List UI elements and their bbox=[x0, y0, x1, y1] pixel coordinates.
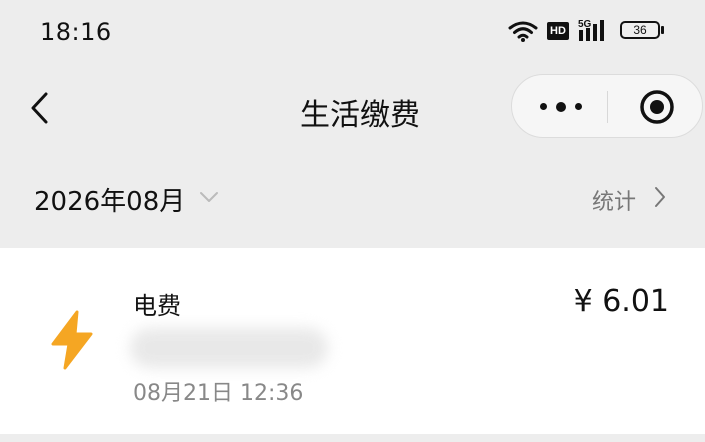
nav-bar: 生活缴费 bbox=[0, 66, 705, 150]
signal-icon: 5G bbox=[578, 19, 604, 41]
lightning-icon bbox=[51, 310, 93, 370]
wifi-icon bbox=[508, 21, 538, 42]
filter-row: 2026年08月 统计 bbox=[0, 168, 705, 228]
more-menu-button[interactable] bbox=[540, 101, 584, 113]
more-dot-icon bbox=[540, 103, 547, 110]
redacted-account-info bbox=[130, 328, 328, 368]
more-dot-icon bbox=[556, 101, 566, 112]
hd-badge: HD bbox=[547, 22, 569, 40]
month-selector[interactable]: 2026年08月 bbox=[34, 181, 185, 218]
mini-program-capsule bbox=[511, 74, 703, 138]
payment-record-card[interactable]: 电费 08月21日 12:36 ¥ 6.01 bbox=[0, 248, 705, 434]
battery-icon: 36 bbox=[620, 21, 660, 39]
chevron-right-icon[interactable] bbox=[654, 186, 666, 208]
more-dot-icon bbox=[575, 103, 582, 110]
record-time: 08月21日 12:36 bbox=[133, 381, 304, 406]
stats-link[interactable]: 统计 bbox=[592, 184, 636, 216]
chevron-down-icon[interactable] bbox=[199, 191, 219, 203]
record-amount: ¥ 6.01 bbox=[573, 284, 669, 319]
capsule-divider bbox=[607, 91, 608, 123]
close-mini-program-icon[interactable] bbox=[639, 89, 675, 125]
record-name: 电费 bbox=[133, 292, 181, 320]
status-bar: 18:16 HD 5G 36 bbox=[0, 0, 705, 62]
status-time: 18:16 bbox=[40, 18, 112, 46]
battery-nub bbox=[661, 26, 664, 34]
